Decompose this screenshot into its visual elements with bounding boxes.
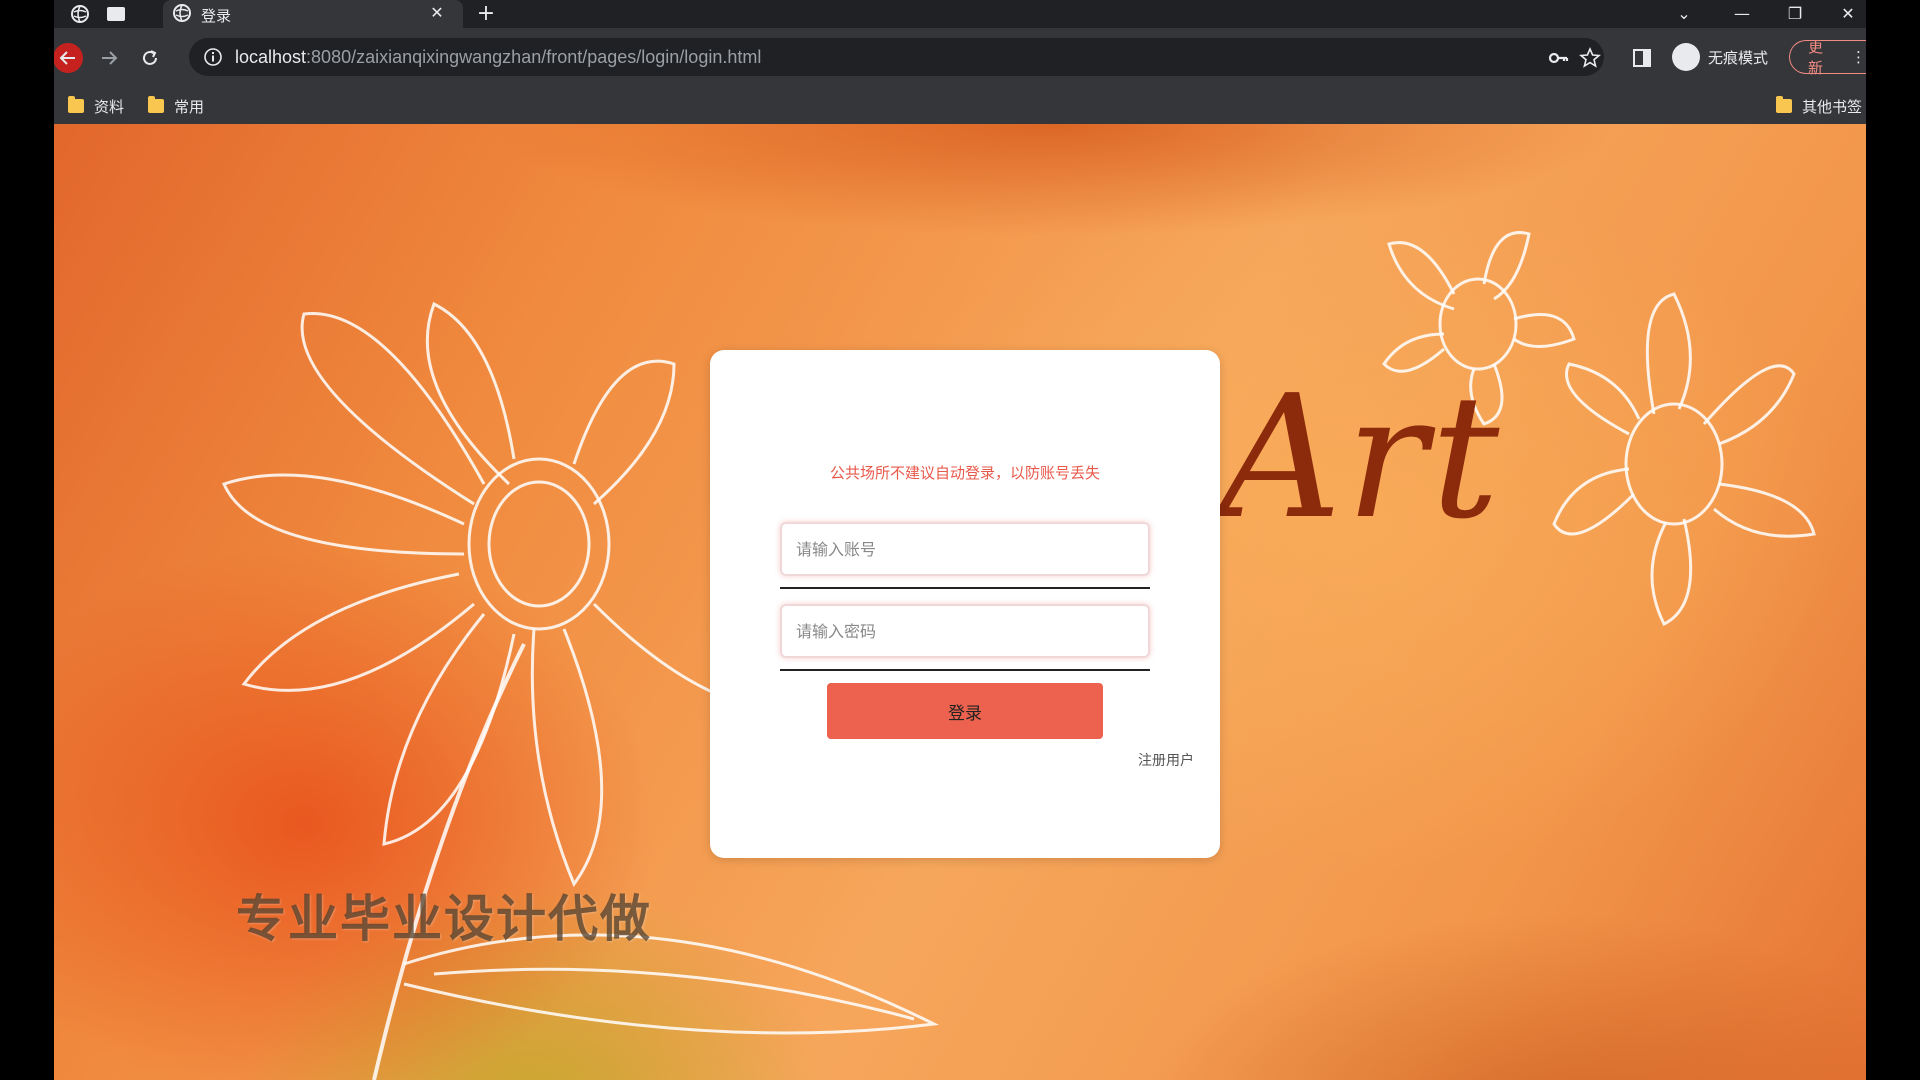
- globe-icon: [173, 4, 193, 24]
- info-icon[interactable]: [203, 47, 223, 67]
- bookmark-folder-changyong[interactable]: 常用: [148, 96, 204, 116]
- arrow-right-icon: [102, 51, 118, 65]
- other-bookmarks-label: 其他书签: [1802, 97, 1863, 116]
- arrow-left-icon: [59, 51, 75, 65]
- minimize-icon[interactable]: —: [1730, 2, 1754, 26]
- star-icon[interactable]: [1578, 46, 1602, 69]
- tab-search-icon[interactable]: [106, 4, 126, 24]
- folder-icon: [1776, 96, 1792, 113]
- more-menu-icon[interactable]: ⋮: [1851, 48, 1866, 66]
- password-field[interactable]: [780, 604, 1150, 658]
- incognito-indicator[interactable]: 无痕模式: [1672, 40, 1768, 74]
- incognito-icon: [1672, 43, 1700, 71]
- password-input[interactable]: [782, 606, 1148, 656]
- password-underline: [780, 669, 1150, 671]
- url-host: localhost: [235, 47, 307, 67]
- update-button[interactable]: 更新 ⋮: [1789, 38, 1866, 77]
- new-tab-icon[interactable]: +: [474, 2, 498, 26]
- tab-strip: 登录 ✕ + ⌄ — ❐ ✕: [54, 0, 1866, 28]
- folder-icon: [68, 96, 84, 113]
- art-heading: Art: [1219, 359, 1504, 557]
- incognito-label: 无痕模式: [1708, 48, 1769, 67]
- side-panel-icon[interactable]: [1632, 48, 1654, 70]
- back-button[interactable]: [54, 43, 83, 73]
- update-label: 更新: [1808, 38, 1824, 77]
- other-bookmarks-folder[interactable]: 其他书签: [1776, 96, 1862, 116]
- close-window-icon[interactable]: ✕: [1836, 2, 1860, 26]
- bookmarks-bar: 资料 常用 其他书签: [54, 88, 1866, 125]
- tab-list-chevron-icon[interactable]: ⌄: [1672, 2, 1696, 26]
- reload-button[interactable]: [135, 43, 165, 73]
- bookmark-label: 常用: [174, 97, 205, 116]
- reload-icon: [143, 50, 157, 65]
- url-text: localhost:8080/zaixianqixingwangzhan/fro…: [235, 47, 761, 68]
- toolbar: localhost:8080/zaixianqixingwangzhan/fro…: [54, 28, 1866, 88]
- account-field[interactable]: [780, 522, 1150, 576]
- account-underline: [780, 587, 1150, 589]
- bookmark-label: 资料: [94, 97, 125, 116]
- tab-close-icon[interactable]: ✕: [427, 3, 447, 23]
- page-content: Art 专业毕业设计代做 公共场所不建议自动登录，以防账号丢失 登录 注册用户: [54, 124, 1866, 1080]
- register-link[interactable]: 注册用户: [1138, 750, 1194, 770]
- tab-title: 登录: [201, 7, 232, 25]
- login-card: 公共场所不建议自动登录，以防账号丢失 登录 注册用户: [710, 350, 1220, 858]
- browser-window: 登录 ✕ + ⌄ — ❐ ✕ localhost:8080/zaixianqix…: [54, 0, 1866, 1080]
- folder-icon: [148, 96, 164, 113]
- url-path: :8080/zaixianqixingwangzhan/front/pages/…: [306, 47, 762, 67]
- restore-icon[interactable]: ❐: [1783, 2, 1807, 26]
- tab-login[interactable]: 登录 ✕: [163, 0, 463, 28]
- watermark-text: 专业毕业设计代做: [236, 890, 652, 948]
- login-button[interactable]: 登录: [827, 683, 1103, 739]
- address-bar[interactable]: localhost:8080/zaixianqixingwangzhan/fro…: [189, 38, 1604, 76]
- key-icon[interactable]: [1547, 47, 1569, 69]
- browser-menu-icon[interactable]: [70, 4, 90, 24]
- login-notice: 公共场所不建议自动登录，以防账号丢失: [829, 464, 1100, 482]
- account-input[interactable]: [782, 524, 1148, 574]
- forward-button[interactable]: [94, 43, 124, 73]
- bookmark-folder-ziliao[interactable]: 资料: [68, 96, 124, 116]
